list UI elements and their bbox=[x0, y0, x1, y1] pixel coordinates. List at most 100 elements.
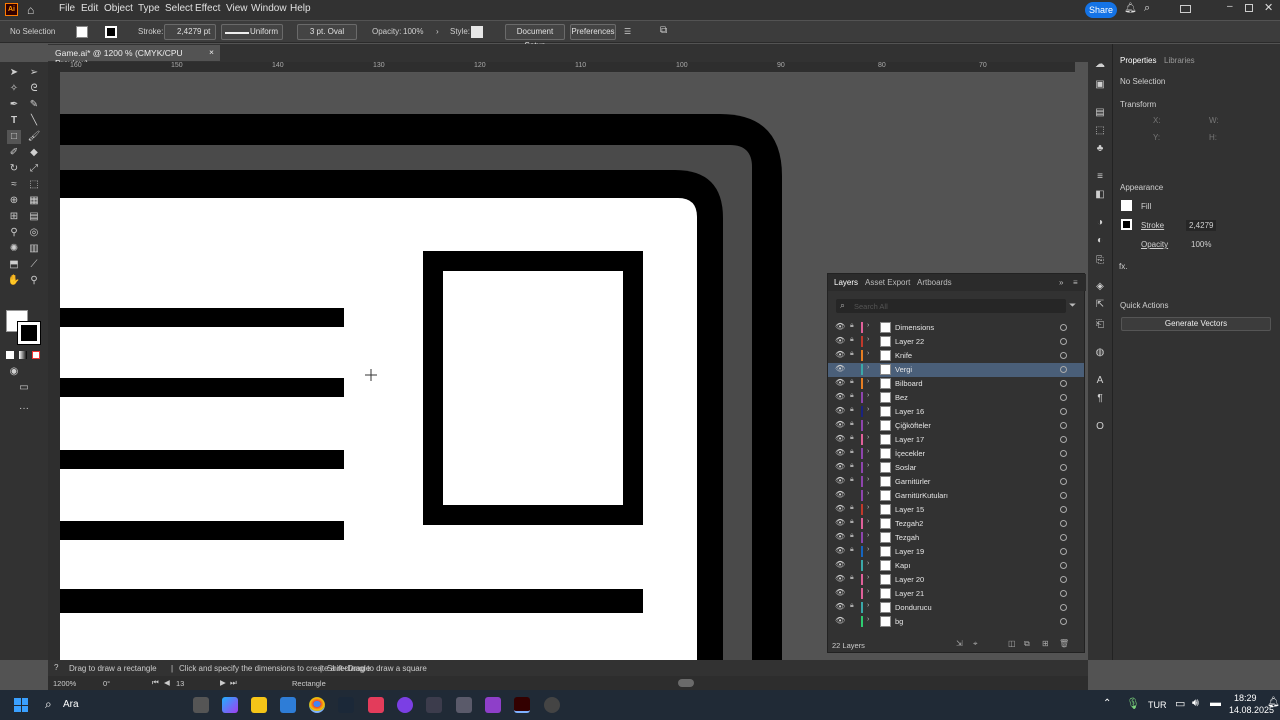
visibility-eye-icon[interactable]: 👁︎ bbox=[835, 518, 845, 528]
lasso-tool-icon[interactable]: ᘓ bbox=[27, 82, 41, 96]
opacity-label[interactable]: Opacity bbox=[1141, 240, 1168, 249]
microphone-icon[interactable]: 🎙︎ bbox=[1126, 697, 1140, 710]
layer-name[interactable]: Tezgah2 bbox=[895, 519, 923, 528]
artboard-tool-icon[interactable]: ⬒ bbox=[7, 258, 21, 272]
target-circle-icon[interactable] bbox=[1060, 352, 1067, 359]
target-circle-icon[interactable] bbox=[1060, 394, 1067, 401]
layer-row[interactable]: 👁︎ 🔒︎ › Layer 20 bbox=[828, 573, 1084, 587]
visual-studio-icon[interactable] bbox=[485, 697, 501, 713]
expand-arrow-icon[interactable]: › bbox=[867, 350, 869, 357]
stroke-weight-field[interactable]: 2,4279 bbox=[1186, 220, 1217, 231]
network-icon[interactable]: ▭ bbox=[1175, 697, 1185, 710]
expand-arrow-icon[interactable]: › bbox=[867, 364, 869, 371]
first-artboard-icon[interactable]: ⏮ bbox=[152, 678, 159, 688]
brushes-icon[interactable]: ⎘ bbox=[1093, 254, 1107, 268]
fx-label[interactable]: fx. bbox=[1119, 262, 1127, 271]
target-circle-icon[interactable] bbox=[1060, 422, 1067, 429]
pen-tool-icon[interactable]: ✒ bbox=[7, 98, 21, 112]
layer-name[interactable]: Soslar bbox=[895, 463, 916, 472]
target-circle-icon[interactable] bbox=[1060, 576, 1067, 583]
visibility-eye-icon[interactable]: 👁︎ bbox=[835, 532, 845, 542]
layer-name[interactable]: Knife bbox=[895, 351, 912, 360]
layer-name[interactable]: Layer 20 bbox=[895, 575, 924, 584]
visibility-eye-icon[interactable]: 👁︎ bbox=[835, 378, 845, 388]
layer-row[interactable]: 👁︎ 🔒︎ › Garnitürler bbox=[828, 475, 1084, 489]
layer-row[interactable]: 👁︎ 🔒︎ › Layer 16 bbox=[828, 405, 1084, 419]
perspective-grid-tool-icon[interactable]: ▦ bbox=[27, 194, 41, 208]
preferences-button[interactable]: Preferences bbox=[570, 24, 616, 40]
layer-search-input[interactable]: ⌕ Search All bbox=[836, 299, 1066, 313]
close-icon[interactable]: ✕ bbox=[1264, 1, 1273, 14]
libraries-icon[interactable]: ▣ bbox=[1093, 78, 1107, 92]
warp-tool-icon[interactable]: ≈ bbox=[7, 178, 21, 192]
document-setup-button[interactable]: Document Setup bbox=[505, 24, 565, 50]
target-circle-icon[interactable] bbox=[1060, 408, 1067, 415]
layer-row[interactable]: 👁︎ 🔒︎ › Tezgah bbox=[828, 531, 1084, 545]
panel-menu-icon[interactable]: ≡ bbox=[1073, 278, 1078, 287]
character-icon[interactable]: A bbox=[1093, 374, 1107, 388]
visibility-eye-icon[interactable]: 👁︎ bbox=[835, 574, 845, 584]
more-tools-icon[interactable]: ··· bbox=[17, 402, 31, 416]
stroke-label[interactable]: Stroke bbox=[1141, 221, 1164, 230]
menu-view[interactable]: View bbox=[226, 3, 248, 14]
stroke-color-box[interactable] bbox=[17, 321, 41, 345]
visibility-eye-icon[interactable]: 👁︎ bbox=[835, 546, 845, 556]
none-mode-icon[interactable] bbox=[32, 351, 40, 359]
layer-row[interactable]: 👁︎ 🔒︎ › Tezgah2 bbox=[828, 517, 1084, 531]
fill-swatch[interactable] bbox=[76, 26, 88, 38]
visibility-eye-icon[interactable]: 👁︎ bbox=[835, 406, 845, 416]
lock-icon[interactable]: 🔒︎ bbox=[850, 574, 854, 582]
rotation-select[interactable]: 0° bbox=[103, 679, 110, 688]
collect-export-icon[interactable]: ⇲ bbox=[956, 639, 963, 648]
copilot-icon[interactable] bbox=[222, 697, 238, 713]
expand-arrow-icon[interactable]: › bbox=[867, 476, 869, 483]
layer-name[interactable]: Tezgah bbox=[895, 533, 919, 542]
target-circle-icon[interactable] bbox=[1060, 450, 1067, 457]
type-tool-icon[interactable]: T bbox=[7, 114, 21, 128]
visibility-eye-icon[interactable]: 👁︎ bbox=[835, 504, 845, 514]
target-circle-icon[interactable] bbox=[1060, 506, 1067, 513]
visibility-eye-icon[interactable]: 👁︎ bbox=[835, 364, 845, 374]
layer-row[interactable]: 👁︎ 🔒︎ › Dondurucu bbox=[828, 601, 1084, 615]
horizontal-scrollbar-thumb[interactable] bbox=[678, 679, 694, 687]
visibility-eye-icon[interactable]: 👁︎ bbox=[835, 476, 845, 486]
workspace-icon[interactable] bbox=[1180, 5, 1191, 13]
layer-name[interactable]: Kapı bbox=[895, 561, 910, 570]
fill-swatch[interactable] bbox=[1121, 200, 1132, 211]
menu-file[interactable]: File bbox=[59, 3, 75, 14]
layer-row[interactable]: 👁︎ 🔒︎ › Layer 15 bbox=[828, 503, 1084, 517]
illustrator-icon[interactable] bbox=[514, 697, 530, 713]
menu-edit[interactable]: Edit bbox=[81, 3, 98, 14]
lock-icon[interactable]: 🔒︎ bbox=[850, 546, 854, 554]
lock-icon[interactable]: 🔒︎ bbox=[850, 350, 854, 358]
screen-mode-icon[interactable]: ▭ bbox=[17, 381, 31, 395]
layer-name[interactable]: Layer 16 bbox=[895, 407, 924, 416]
layer-name[interactable]: bg bbox=[895, 617, 903, 626]
layer-row[interactable]: 👁︎ › Kapı bbox=[828, 559, 1084, 573]
magic-wand-tool-icon[interactable]: ✧ bbox=[7, 82, 21, 96]
new-layer-icon[interactable]: ⊞ bbox=[1042, 639, 1049, 648]
target-circle-icon[interactable] bbox=[1060, 338, 1067, 345]
minimize-icon[interactable]: – bbox=[1227, 1, 1233, 12]
target-circle-icon[interactable] bbox=[1060, 464, 1067, 471]
target-circle-icon[interactable] bbox=[1060, 604, 1067, 611]
assets-icon[interactable]: ⬚ bbox=[1093, 124, 1107, 138]
artboard-number[interactable]: 13 bbox=[176, 679, 184, 688]
expand-arrow-icon[interactable]: › bbox=[867, 420, 869, 427]
opentype-icon[interactable]: O bbox=[1093, 420, 1107, 434]
layer-row[interactable]: 👁︎ › GarnitürKutuları bbox=[828, 489, 1084, 503]
expand-arrow-icon[interactable]: › bbox=[867, 378, 869, 385]
layer-row[interactable]: 👁︎ 🔒︎ › Layer 22 bbox=[828, 335, 1084, 349]
stroke-swatch[interactable] bbox=[1121, 219, 1132, 230]
github-icon[interactable] bbox=[397, 697, 413, 713]
chrome-icon[interactable] bbox=[309, 697, 325, 713]
menu-window[interactable]: Window bbox=[251, 3, 287, 14]
clock-time[interactable]: 18:29 bbox=[1234, 693, 1257, 703]
layer-row[interactable]: 👁︎ 🔒︎ › Knife bbox=[828, 349, 1084, 363]
unity-icon[interactable] bbox=[426, 697, 442, 713]
brush-select[interactable]: 3 pt. Oval bbox=[297, 24, 357, 40]
layer-name[interactable]: Çiğköfteler bbox=[895, 421, 931, 430]
free-transform-tool-icon[interactable]: ⬚ bbox=[27, 178, 41, 192]
target-circle-icon[interactable] bbox=[1060, 590, 1067, 597]
layer-row[interactable]: 👁︎ 🔒︎ › Bilboard bbox=[828, 377, 1084, 391]
